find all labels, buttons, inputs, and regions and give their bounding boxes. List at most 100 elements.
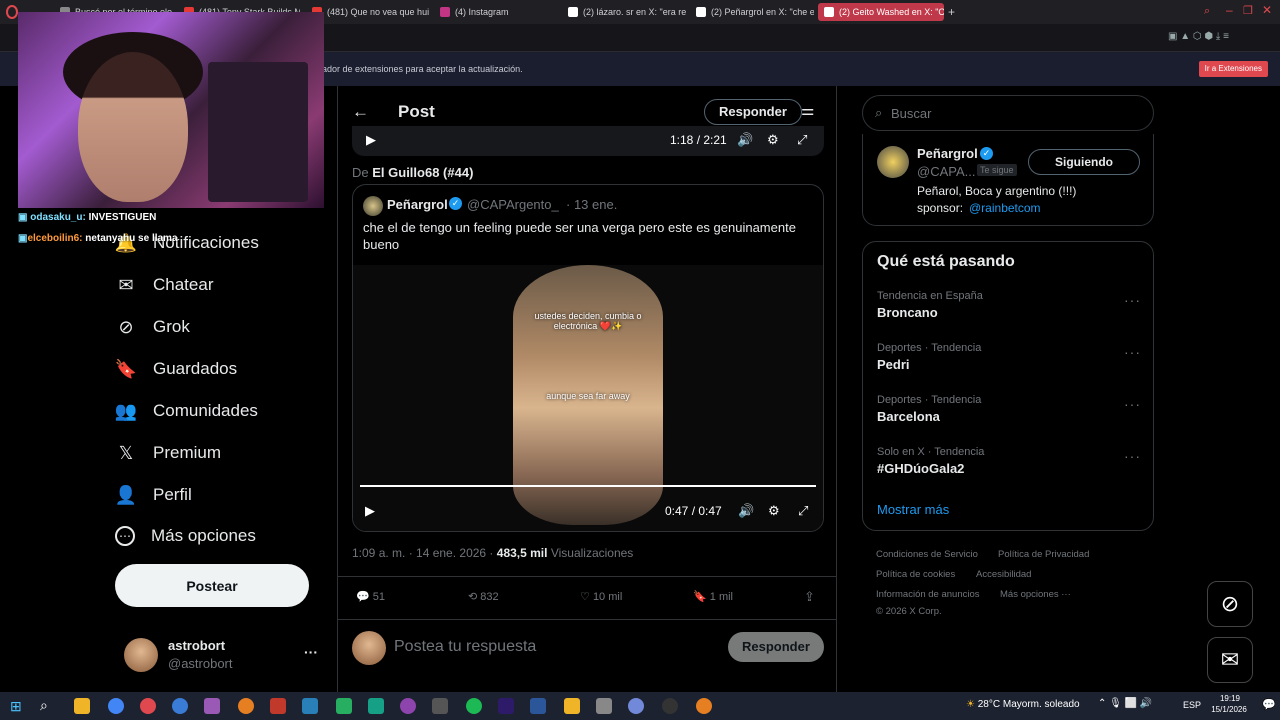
post-button[interactable]: Postear bbox=[115, 564, 309, 607]
opera-icon[interactable] bbox=[140, 698, 156, 714]
app-icon[interactable] bbox=[596, 698, 612, 714]
weather-widget[interactable]: ☀ 28°C Mayorm. soleado bbox=[966, 699, 1080, 710]
quoted-video-player[interactable]: ustedes deciden, cumbia o electrónica ❤️… bbox=[353, 265, 823, 531]
trend-item[interactable]: Solo en X · Tendencia #GHDúoGala2 ··· bbox=[877, 446, 1141, 476]
messages-fab-icon[interactable]: ✉ bbox=[1207, 637, 1253, 683]
chrome-icon[interactable] bbox=[108, 698, 124, 714]
folder-icon[interactable] bbox=[564, 698, 580, 714]
footer-link[interactable]: Accesibilidad bbox=[976, 569, 1031, 580]
app-icon[interactable] bbox=[302, 698, 318, 714]
clock-date[interactable]: 15/1/2026 bbox=[1204, 705, 1254, 714]
account-switcher[interactable]: astrobort @astrobort ··· bbox=[124, 638, 329, 674]
browser-tab-active[interactable]: (2) Geito Washed en X: "O bbox=[818, 3, 944, 21]
search-tabs-icon[interactable]: ⌕ bbox=[1204, 5, 1210, 18]
reply-action[interactable]: 💬 51 bbox=[356, 590, 385, 603]
play-icon[interactable]: ▶ bbox=[366, 132, 376, 148]
volume-icon[interactable]: 🔊 bbox=[738, 503, 754, 519]
sidebar-item-profile[interactable]: 👤 Perfil bbox=[115, 484, 192, 506]
app-icon[interactable] bbox=[432, 698, 448, 714]
show-more-link[interactable]: Mostrar más bbox=[877, 502, 949, 517]
trend-item[interactable]: Tendencia en España Broncano ··· bbox=[877, 290, 1141, 320]
settings-icon[interactable]: ⚙ bbox=[767, 132, 779, 148]
vencord-icon[interactable] bbox=[270, 698, 286, 714]
play-icon[interactable]: ▶ bbox=[365, 503, 375, 519]
app-icon[interactable] bbox=[368, 698, 384, 714]
sidebar-item-more[interactable]: ⋯ Más opciones bbox=[115, 526, 256, 546]
app-icon[interactable] bbox=[400, 698, 416, 714]
trend-meta: Solo en X · Tendencia bbox=[877, 446, 985, 458]
avatar[interactable] bbox=[877, 146, 909, 178]
close-window-icon[interactable]: ✕ bbox=[1262, 3, 1272, 17]
sidebar-item-bookmarks[interactable]: 🔖 Guardados bbox=[115, 358, 237, 380]
browser-tab[interactable]: (4) Instagram bbox=[434, 3, 558, 21]
settings-icon[interactable]: ⚙ bbox=[768, 503, 780, 519]
notification-icon[interactable]: 💬 bbox=[1262, 698, 1276, 711]
page-title: Post bbox=[398, 102, 435, 121]
bookmark-action[interactable]: 🔖 1 mil bbox=[693, 590, 733, 603]
language-indicator[interactable]: ESP bbox=[1183, 700, 1201, 710]
trend-item[interactable]: Deportes · Tendencia Barcelona ··· bbox=[877, 394, 1141, 424]
clock-time[interactable]: 19:19 bbox=[1212, 694, 1248, 703]
share-icon[interactable]: ⇪ bbox=[804, 589, 815, 605]
repost-action[interactable]: ⟲ 832 bbox=[468, 590, 499, 603]
go-to-extensions-button[interactable]: Ir a Extensiones bbox=[1198, 61, 1268, 77]
from-name[interactable]: El Guillo68 (#44) bbox=[372, 165, 473, 180]
browser-tab[interactable]: (2) lázaro. sr en X: "era re bbox=[562, 3, 686, 21]
account-more-icon[interactable]: ··· bbox=[304, 644, 318, 660]
filter-icon[interactable]: ⚌ bbox=[801, 101, 814, 119]
app-icon[interactable] bbox=[204, 698, 220, 714]
reply-submit-button[interactable]: Responder bbox=[728, 632, 824, 662]
minimize-icon[interactable]: – bbox=[1226, 3, 1233, 17]
app-icon[interactable] bbox=[238, 698, 254, 714]
footer-link[interactable]: Condiciones de Servicio bbox=[876, 549, 978, 560]
sidebar-item-label: Guardados bbox=[153, 359, 238, 378]
discord-icon[interactable] bbox=[628, 698, 644, 714]
reply-input[interactable]: Postea tu respuesta bbox=[394, 638, 714, 656]
like-action[interactable]: ♡ 10 mil bbox=[580, 590, 622, 603]
footer-link[interactable]: Política de cookies bbox=[876, 569, 955, 580]
video-progress-bar[interactable] bbox=[360, 485, 816, 487]
search-input[interactable]: ⌕ Buscar bbox=[862, 95, 1154, 131]
opera-logo-icon[interactable] bbox=[6, 5, 18, 19]
extensions-icons[interactable]: ▣ ▲ ⬡ ⬢ ⤓ ≡ bbox=[1168, 31, 1229, 42]
quoted-post[interactable]: Peñargrol ✓ @CAPArgento_ · 13 ene. che e… bbox=[352, 184, 824, 532]
obs-icon[interactable] bbox=[662, 698, 678, 714]
profile-name[interactable]: Peñargrol bbox=[917, 146, 978, 161]
file-explorer-icon[interactable] bbox=[74, 698, 90, 714]
trend-item[interactable]: Deportes · Tendencia Pedri ··· bbox=[877, 342, 1141, 372]
browser-tab[interactable]: (481) Que no vea que hui d bbox=[306, 3, 430, 21]
more-icon[interactable]: ··· bbox=[1124, 292, 1141, 308]
footer-link[interactable]: Política de Privacidad bbox=[998, 549, 1089, 560]
more-icon[interactable]: ··· bbox=[1124, 448, 1141, 464]
more-icon: ⋯ bbox=[115, 526, 135, 546]
maximize-icon[interactable]: ❐ bbox=[1243, 4, 1253, 17]
volume-icon[interactable]: 🔊 bbox=[737, 132, 753, 148]
more-icon[interactable]: ··· bbox=[1124, 344, 1141, 360]
system-tray-icons[interactable]: ⌃ 🎙 ⬜ 🔊 bbox=[1098, 698, 1152, 709]
grok-fab-icon[interactable]: ⊘ bbox=[1207, 581, 1253, 627]
sidebar-item-communities[interactable]: 👥 Comunidades bbox=[115, 400, 258, 422]
sidebar-item-premium[interactable]: 𝕏 Premium bbox=[115, 442, 221, 464]
new-tab-icon[interactable]: + bbox=[948, 5, 955, 19]
edge-icon[interactable] bbox=[172, 698, 188, 714]
fullscreen-icon[interactable]: ⤢ bbox=[798, 503, 808, 519]
following-button[interactable]: Siguiendo bbox=[1028, 149, 1140, 175]
header-reply-button[interactable]: Responder bbox=[704, 99, 802, 125]
webcam-overlay bbox=[18, 12, 324, 208]
more-icon[interactable]: ··· bbox=[1124, 396, 1141, 412]
footer-link[interactable]: Información de anuncios bbox=[876, 589, 980, 600]
sidebar-item-grok[interactable]: ⊘ Grok bbox=[115, 316, 189, 338]
back-arrow-icon[interactable]: ← bbox=[352, 102, 369, 122]
footer-link[interactable]: Más opciones ··· bbox=[1000, 589, 1071, 600]
spotify-icon[interactable] bbox=[466, 698, 482, 714]
windows-start-icon[interactable]: ⊞ bbox=[10, 698, 22, 715]
sponsor-link[interactable]: @rainbetcom bbox=[969, 201, 1041, 215]
taskbar-search-icon[interactable]: ⌕ bbox=[40, 697, 48, 714]
word-icon[interactable] bbox=[530, 698, 546, 714]
browser-tab[interactable]: (2) Peñargrol en X: "che el bbox=[690, 3, 814, 21]
fullscreen-icon[interactable]: ⤢ bbox=[797, 132, 807, 148]
after-effects-icon[interactable] bbox=[498, 698, 514, 714]
sidebar-item-chat[interactable]: ✉ Chatear bbox=[115, 274, 213, 296]
app-icon[interactable] bbox=[696, 698, 712, 714]
app-icon[interactable] bbox=[336, 698, 352, 714]
